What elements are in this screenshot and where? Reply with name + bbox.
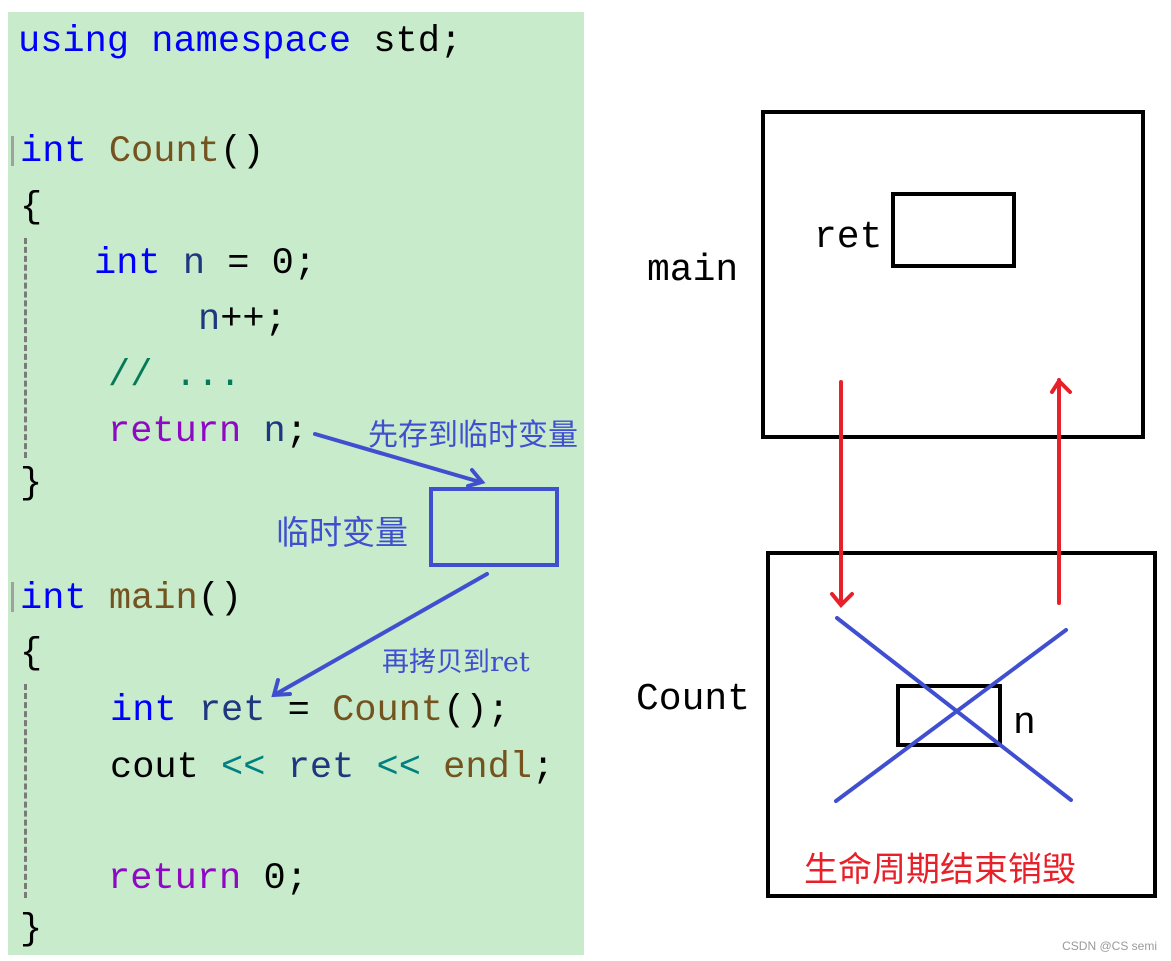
arrow-return-up [1050, 377, 1072, 605]
arrow-store-temp [313, 432, 486, 488]
destroyed-cross-icon [834, 616, 1073, 803]
count-stack-frame [766, 551, 1157, 898]
arrow-copy-to-ret [271, 572, 489, 698]
diagram-shapes [271, 110, 1157, 898]
arrow-call-down [830, 380, 854, 608]
main-stack-frame [761, 110, 1145, 439]
temp-var-box [429, 487, 559, 567]
ret-box [891, 192, 1016, 268]
watermark: CSDN @CS semi [1062, 939, 1157, 953]
